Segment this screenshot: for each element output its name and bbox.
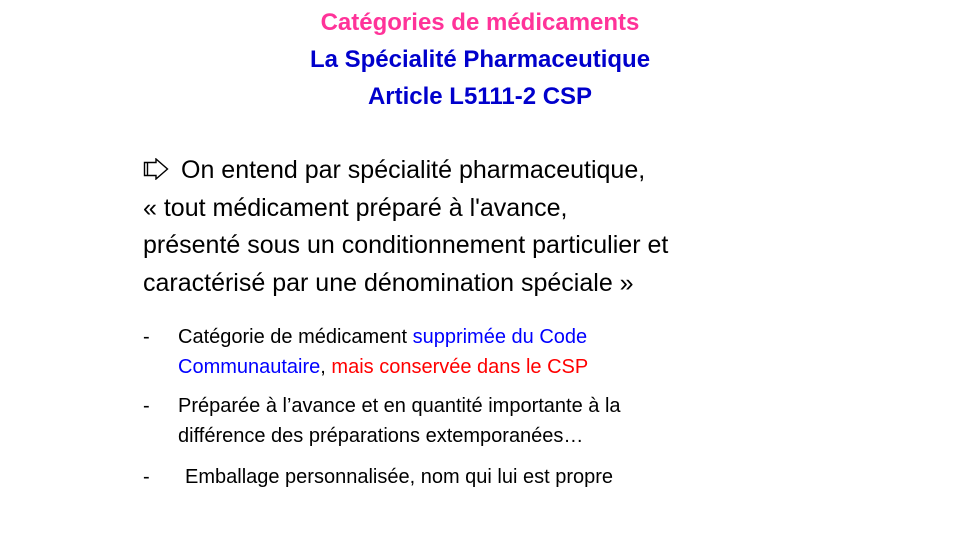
bullet-dash: - bbox=[143, 395, 150, 417]
bullet-line: Préparée à l’avance et en quantité impor… bbox=[178, 395, 621, 417]
bullet-text-black: Catégorie de médicament bbox=[178, 326, 413, 348]
bullet-dash: - bbox=[143, 326, 150, 348]
slide-subtitle: La Spécialité Pharmaceutique bbox=[309, 46, 651, 73]
bullet-text: Emballage personnalisée, nom qui lui est… bbox=[185, 466, 614, 488]
bullet-item: - Préparée à l’avance et en quantité imp… bbox=[143, 391, 943, 451]
definition-line-4: caractérisé par une dénomination spécial… bbox=[143, 268, 634, 297]
definition-line-1: On entend par spécialité pharmaceutique, bbox=[143, 152, 943, 190]
slide: Catégories de médicaments La Spécialité … bbox=[0, 0, 960, 540]
slide-title: Catégories de médicaments bbox=[320, 9, 640, 36]
title-block: Catégories de médicaments La Spécialité … bbox=[0, 4, 960, 115]
arrow-icon bbox=[143, 158, 169, 180]
bullet-text-blue: Communautaire bbox=[178, 356, 321, 378]
definition-line-2: « tout médicament préparé à l'avance, bbox=[143, 193, 568, 222]
definition-paragraph: On entend par spécialité pharmaceutique,… bbox=[143, 152, 943, 302]
bullet-text-separator: , bbox=[320, 356, 332, 378]
bullet-line: différence des préparations extemporanée… bbox=[178, 425, 584, 447]
bullet-text-blue: supprimée du Code bbox=[412, 326, 588, 348]
definition-line-3: présenté sous un conditionnement particu… bbox=[143, 231, 669, 259]
bullet-text-red: mais conservée dans le CSP bbox=[331, 356, 589, 378]
bullet-text: Catégorie de médicament supprimée du Cod… bbox=[178, 322, 943, 382]
definition-text-1: On entend par spécialité pharmaceutique, bbox=[181, 156, 646, 184]
bullet-dash: - bbox=[143, 466, 150, 488]
bullet-item: - Emballage personnalisée, nom qui lui e… bbox=[143, 462, 943, 492]
article-reference: Article L5111-2 CSP bbox=[367, 83, 593, 110]
bullet-list: - Catégorie de médicament supprimée du C… bbox=[143, 322, 943, 492]
bullet-item: - Catégorie de médicament supprimée du C… bbox=[143, 322, 943, 382]
bullet-text: Préparée à l’avance et en quantité impor… bbox=[178, 391, 943, 451]
